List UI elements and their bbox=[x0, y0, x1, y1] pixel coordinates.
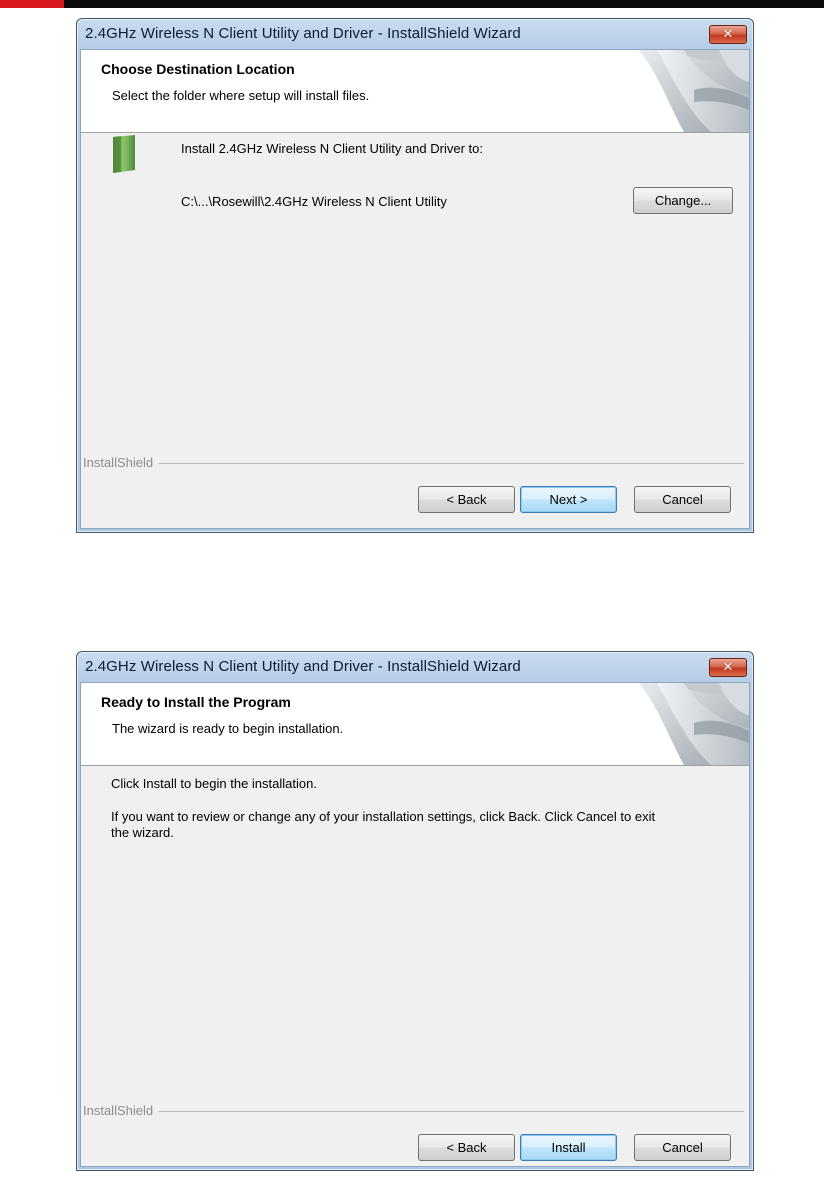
title-bar: 2.4GHz Wireless N Client Utility and Dri… bbox=[77, 19, 753, 51]
page-top-accent bbox=[0, 0, 64, 8]
instruction-line-1: Click Install to begin the installation. bbox=[111, 776, 317, 791]
installshield-banner-art bbox=[639, 683, 749, 765]
instruction-line-2b: the wizard. bbox=[111, 825, 174, 840]
installshield-separator: InstallShield bbox=[81, 455, 749, 471]
install-to-label: Install 2.4GHz Wireless N Client Utility… bbox=[181, 141, 483, 156]
window-title: 2.4GHz Wireless N Client Utility and Dri… bbox=[85, 25, 521, 42]
header-title: Ready to Install the Program bbox=[101, 694, 291, 710]
dialog-client-area: Choose Destination Location Select the f… bbox=[80, 49, 750, 529]
installshield-dialog-ready: 2.4GHz Wireless N Client Utility and Dri… bbox=[76, 651, 754, 1171]
destination-path: C:\...\Rosewill\2.4GHz Wireless N Client… bbox=[181, 194, 447, 209]
folder-icon bbox=[113, 135, 135, 173]
back-button[interactable]: < Back bbox=[418, 1134, 515, 1161]
installshield-dialog-destination: 2.4GHz Wireless N Client Utility and Dri… bbox=[76, 18, 754, 533]
cancel-button[interactable]: Cancel bbox=[634, 1134, 731, 1161]
title-bar: 2.4GHz Wireless N Client Utility and Dri… bbox=[77, 652, 753, 684]
installshield-brand: InstallShield bbox=[83, 455, 160, 470]
header-subtitle: Select the folder where setup will insta… bbox=[112, 88, 370, 103]
installshield-banner-art bbox=[639, 50, 749, 132]
header-banner: Ready to Install the Program The wizard … bbox=[81, 683, 749, 766]
page-top-bar bbox=[0, 0, 824, 8]
instruction-line-2a: If you want to review or change any of y… bbox=[111, 809, 656, 824]
close-icon: ✕ bbox=[722, 660, 734, 675]
close-button[interactable]: ✕ bbox=[709, 25, 747, 44]
cancel-button[interactable]: Cancel bbox=[634, 486, 731, 513]
header-title: Choose Destination Location bbox=[101, 61, 295, 77]
install-button[interactable]: Install bbox=[520, 1134, 617, 1161]
header-banner: Choose Destination Location Select the f… bbox=[81, 50, 749, 133]
close-button[interactable]: ✕ bbox=[709, 658, 747, 677]
installshield-separator: InstallShield bbox=[81, 1103, 749, 1119]
back-button[interactable]: < Back bbox=[418, 486, 515, 513]
header-subtitle: The wizard is ready to begin installatio… bbox=[112, 721, 344, 736]
change-button[interactable]: Change... bbox=[633, 187, 733, 214]
close-icon: ✕ bbox=[722, 27, 734, 42]
next-button[interactable]: Next > bbox=[520, 486, 617, 513]
window-title: 2.4GHz Wireless N Client Utility and Dri… bbox=[85, 658, 521, 675]
installshield-brand: InstallShield bbox=[83, 1103, 160, 1118]
dialog-client-area: Ready to Install the Program The wizard … bbox=[80, 682, 750, 1167]
